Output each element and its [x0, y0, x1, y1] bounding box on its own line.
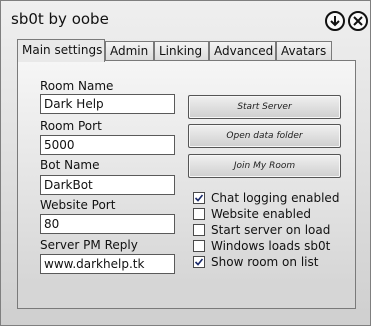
room-name-input[interactable]: Dark Help — [40, 94, 175, 114]
website-port-label: Website Port — [40, 198, 116, 212]
tab-linking[interactable]: Linking — [154, 41, 209, 60]
start-server-button[interactable]: Start Server — [188, 95, 341, 119]
tab-advanced[interactable]: Advanced — [209, 41, 276, 60]
bot-name-input[interactable]: DarkBot — [40, 175, 175, 195]
chat-logging-checkbox[interactable] — [193, 192, 205, 204]
website-enabled-checkbox[interactable] — [193, 208, 205, 220]
room-port-input[interactable]: 5000 — [40, 135, 175, 155]
bot-name-label: Bot Name — [40, 158, 100, 172]
tab-avatars[interactable]: Avatars — [276, 41, 332, 60]
start-server-on-load-checkbox[interactable] — [193, 224, 205, 236]
join-my-room-button[interactable]: Join My Room — [188, 154, 341, 178]
window-title: sb0t by oobe — [11, 10, 109, 28]
checkmark-icon — [194, 194, 204, 202]
chat-logging-label: Chat logging enabled — [211, 191, 340, 205]
windows-loads-label: Windows loads sb0t — [211, 239, 331, 253]
main-settings-panel: Room Name Dark Help Room Port 5000 Bot N… — [17, 60, 356, 309]
start-server-on-load-label: Start server on load — [211, 223, 331, 237]
checkmark-icon — [194, 258, 204, 266]
website-port-input[interactable]: 80 — [40, 214, 175, 234]
open-data-folder-button[interactable]: Open data folder — [188, 124, 341, 148]
room-name-label: Room Name — [40, 79, 114, 93]
tab-main-settings[interactable]: Main settings — [17, 39, 105, 62]
tab-admin[interactable]: Admin — [105, 41, 154, 60]
room-port-label: Room Port — [40, 119, 102, 133]
server-pm-reply-label: Server PM Reply — [40, 238, 138, 252]
windows-loads-checkbox[interactable] — [193, 240, 205, 252]
down-arrow-icon — [330, 16, 340, 27]
server-pm-reply-input[interactable]: www.darkhelp.tk — [40, 254, 175, 274]
show-room-on-list-checkbox[interactable] — [193, 256, 205, 268]
website-enabled-label: Website enabled — [211, 207, 311, 221]
title-bar[interactable]: sb0t by oobe — [1, 1, 371, 39]
show-room-on-list-label: Show room on list — [211, 255, 319, 269]
close-icon — [353, 16, 363, 26]
close-button[interactable] — [348, 11, 368, 31]
minimize-button[interactable] — [325, 11, 345, 31]
main-window: sb0t by oobe Main settings Admin Linking… — [0, 0, 371, 326]
